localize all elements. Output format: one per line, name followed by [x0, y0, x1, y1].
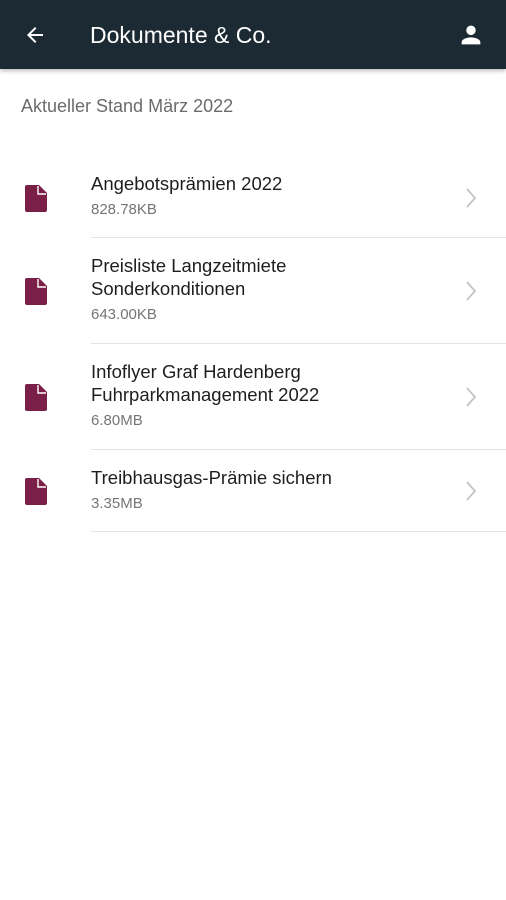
chevron-right-icon [466, 387, 477, 407]
arrow-left-icon [27, 27, 43, 43]
page-title: Dokumente & Co. [90, 22, 272, 48]
document-list-item[interactable]: Treibhausgas-Prämie sichern 3.35MB [0, 450, 506, 532]
document-text: Treibhausgas-Prämie sichern 3.35MB [91, 466, 446, 513]
app-screen: Dokumente & Co. Aktueller Stand März 202… [0, 0, 506, 900]
document-title: Preisliste Langzeitmiete Sonderkonditione… [91, 254, 446, 300]
document-title: Infoflyer Graf Hardenberg Fuhrparkmanagem… [91, 360, 446, 406]
chevron-right-icon [466, 481, 477, 501]
document-title-line: Fuhrparkmanagement 2022 [91, 384, 320, 405]
document-title-line: Treibhausgas-Prämie sichern [91, 467, 332, 488]
document-title-line: Angebotsprämien 2022 [91, 173, 283, 194]
back-button[interactable] [14, 14, 56, 56]
document-icon [25, 384, 47, 411]
document-title-line: Sonderkonditionen [91, 278, 246, 299]
document-size: 828.78KB [91, 201, 157, 218]
document-size: 6.80MB [91, 412, 143, 429]
document-list-item[interactable]: Infoflyer Graf Hardenberg Fuhrparkmanagem… [0, 344, 506, 450]
document-icon [25, 478, 47, 505]
document-text: Angebotsprämien 2022 828.78KB [91, 172, 446, 219]
section-subtitle: Aktueller Stand März 2022 [21, 96, 234, 116]
document-title-line: Infoflyer Graf Hardenberg [91, 361, 301, 382]
document-size: 643.00KB [91, 306, 157, 323]
document-list: Angebotsprämien 2022 828.78KB Preisliste L… [0, 158, 506, 532]
person-icon [461, 25, 481, 45]
app-bar: Dokumente & Co. [0, 0, 506, 69]
chevron-right-icon [466, 188, 477, 208]
document-text: Preisliste Langzeitmiete Sonderkonditione… [91, 254, 446, 324]
document-list-item[interactable]: Preisliste Langzeitmiete Sonderkonditione… [0, 238, 506, 344]
document-list-item[interactable]: Angebotsprämien 2022 828.78KB [0, 158, 506, 238]
list-divider [91, 530, 506, 532]
chevron-right-icon [466, 281, 477, 301]
document-title: Angebotsprämien 2022 [91, 172, 446, 195]
document-title-line: Preisliste Langzeitmiete [91, 255, 287, 276]
document-title: Treibhausgas-Prämie sichern [91, 466, 446, 489]
document-icon [25, 185, 47, 212]
profile-button[interactable] [450, 14, 492, 56]
document-size: 3.35MB [91, 495, 143, 512]
document-text: Infoflyer Graf Hardenberg Fuhrparkmanagem… [91, 360, 446, 430]
document-icon [25, 278, 47, 305]
